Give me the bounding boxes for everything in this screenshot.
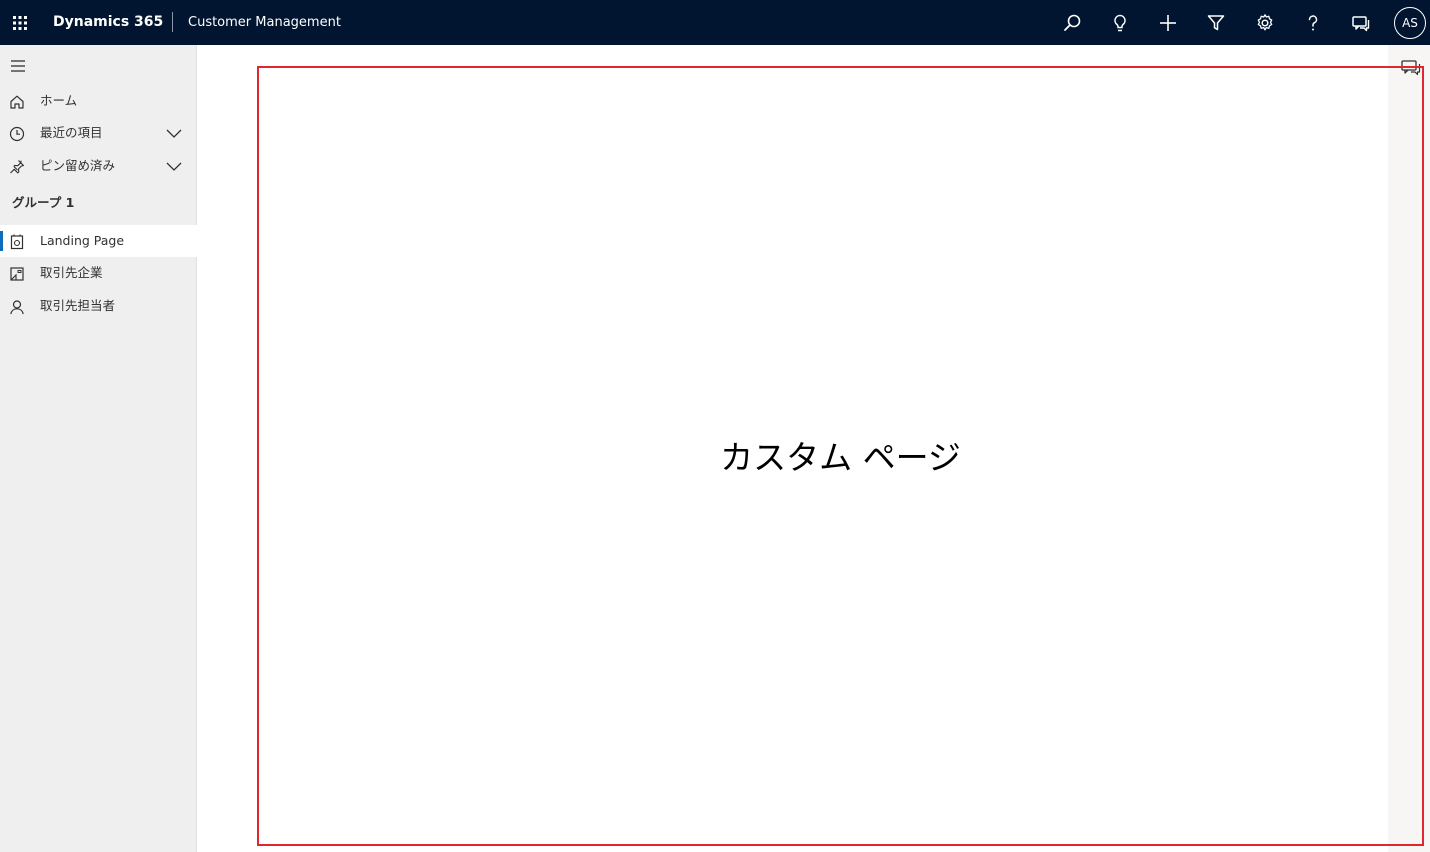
sidebar-item-label: 最近の項目 [40,125,103,140]
chat-icon [1352,15,1370,31]
waffle-icon [13,15,27,30]
filter-button[interactable] [1196,0,1236,45]
gear-icon [1257,13,1273,30]
filter-icon [1207,14,1225,30]
lightbulb-button[interactable] [1100,0,1140,45]
sidebar-item-label: ピン留め済み [40,158,116,173]
chevron-down-icon[interactable] [164,125,184,143]
sidebar-item-accounts[interactable]: 取引先企業 [0,257,197,289]
sidebar-item-label: Landing Page [40,233,125,248]
clock-icon [9,126,25,142]
header-divider [172,12,173,32]
chevron-down-icon[interactable] [164,158,184,176]
app-name[interactable]: Dynamics 365 [53,13,163,31]
app-launcher-button[interactable] [0,0,40,45]
help-icon [1308,14,1318,30]
new-button[interactable] [1148,0,1188,45]
page-icon [10,234,24,250]
custom-page-frame: カスタム ページ [257,66,1424,846]
sidebar-item-recent[interactable]: 最近の項目 [0,117,197,149]
site-map-toggle-button[interactable] [2,53,34,79]
settings-button[interactable] [1245,0,1285,45]
sidebar-item-label: 取引先担当者 [40,298,116,313]
sidebar-item-landing-page[interactable]: Landing Page [0,225,197,257]
top-bar: Dynamics 365 Customer Management AS [0,0,1430,45]
user-avatar[interactable]: AS [1394,7,1426,39]
lightbulb-icon [1114,14,1126,31]
chat-button[interactable] [1341,0,1381,45]
help-button[interactable] [1293,0,1333,45]
pin-icon [10,160,25,174]
search-icon [1064,14,1081,31]
hamburger-icon [11,60,25,72]
account-icon [10,267,24,281]
sidebar-item-label: 取引先企業 [40,265,103,280]
contact-icon [10,300,24,315]
sidebar: ホーム 最近の項目 ピン留め済み グループ 1 Landing Page 取引先… [0,45,197,852]
custom-page-title: カスタム ページ [720,438,961,477]
sidebar-item-contacts[interactable]: 取引先担当者 [0,290,197,322]
search-button[interactable] [1052,0,1092,45]
sidebar-item-pinned[interactable]: ピン留め済み [0,150,197,182]
module-name[interactable]: Customer Management [188,14,341,32]
home-icon [10,95,24,109]
sidebar-group-title: グループ 1 [12,195,75,210]
sidebar-item-label: ホーム [40,93,78,108]
plus-icon [1160,14,1176,31]
sidebar-item-home[interactable]: ホーム [0,85,197,117]
